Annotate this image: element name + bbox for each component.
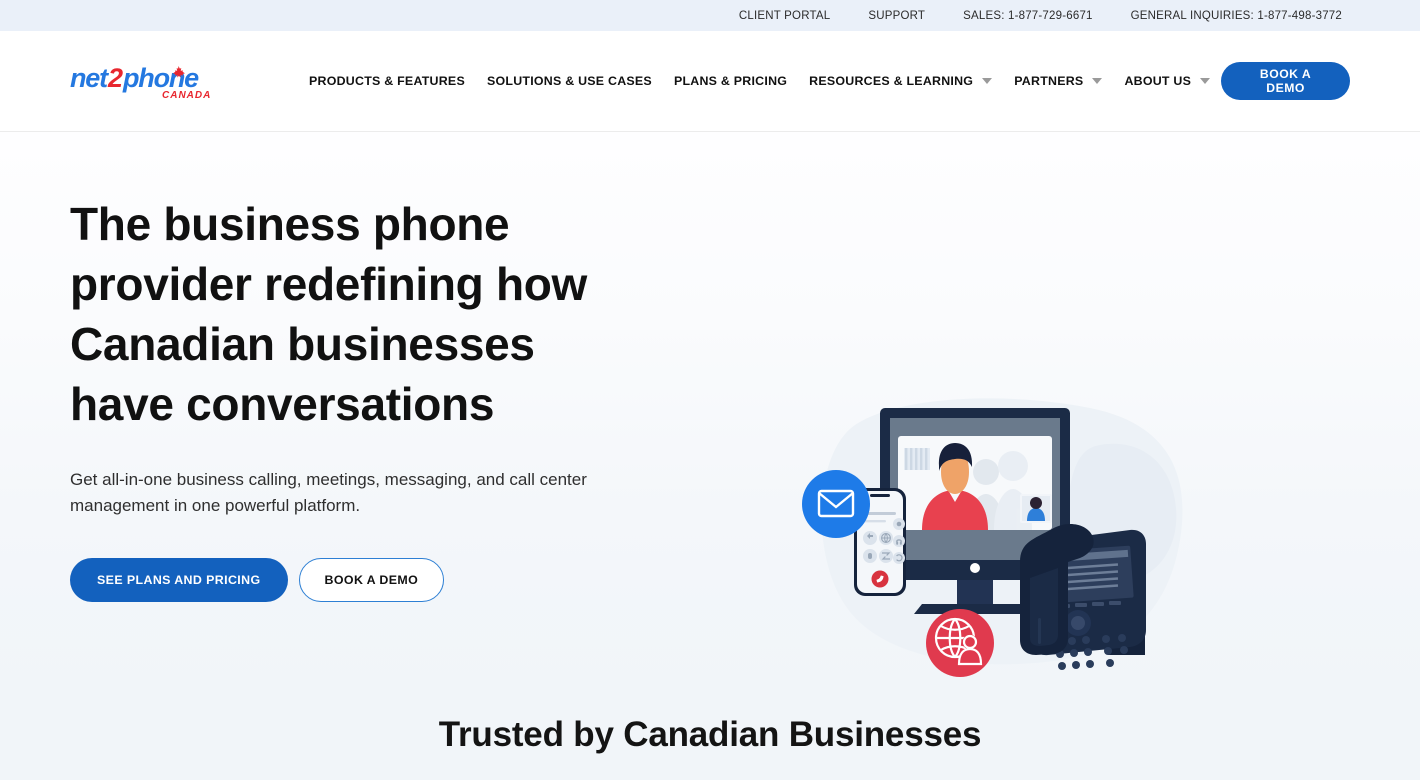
unified-communications-illustration-icon bbox=[802, 398, 1183, 677]
nav-label: ABOUT US bbox=[1124, 74, 1192, 88]
desk-ip-phone bbox=[1020, 524, 1146, 670]
nav-label: PLANS & PRICING bbox=[673, 74, 788, 88]
trusted-by-section: Trusted by Canadian Businesses bbox=[0, 689, 1420, 780]
header-book-a-demo-button[interactable]: BOOK A DEMO bbox=[1221, 62, 1350, 100]
nav-item-products-features[interactable]: PRODUCTS & FEATURES bbox=[298, 74, 476, 88]
top-utility-bar: CLIENT PORTAL SUPPORT SALES: 1-877-729-6… bbox=[0, 0, 1420, 31]
nav-item-partners[interactable]: PARTNERS bbox=[1003, 74, 1113, 88]
chevron-down-icon bbox=[982, 78, 993, 84]
nav-item-solutions-use-cases[interactable]: SOLUTIONS & USE CASES bbox=[476, 74, 663, 88]
topbar-link-client-portal[interactable]: CLIENT PORTAL bbox=[739, 10, 830, 22]
hero-copy: The business phone provider redefining h… bbox=[0, 132, 640, 602]
topbar-link-general-inquiries-phone[interactable]: GENERAL INQUIRIES: 1-877-498-3772 bbox=[1131, 10, 1342, 22]
hero-section: The business phone provider redefining h… bbox=[0, 132, 1420, 689]
nav-item-resources-learning[interactable]: RESOURCES & LEARNING bbox=[798, 74, 1003, 88]
hero-illustration bbox=[800, 390, 1200, 690]
logo-icon: net 2 phone CANADA bbox=[70, 63, 211, 101]
main-navigation: PRODUCTS & FEATURES SOLUTIONS & USE CASE… bbox=[298, 74, 1221, 88]
net2phone-canada-logo[interactable]: net 2 phone CANADA bbox=[70, 60, 212, 102]
see-plans-and-pricing-button[interactable]: SEE PLANS AND PRICING bbox=[70, 558, 288, 602]
nav-label: RESOURCES & LEARNING bbox=[809, 74, 974, 88]
nav-label: PARTNERS bbox=[1014, 74, 1084, 88]
trusted-by-title: Trusted by Canadian Businesses bbox=[438, 714, 982, 754]
end-call-button[interactable] bbox=[871, 570, 889, 588]
nav-item-about-us[interactable]: ABOUT US bbox=[1113, 74, 1221, 88]
page-title: The business phone provider redefining h… bbox=[70, 198, 588, 430]
global-contact-badge bbox=[926, 609, 994, 677]
hero-book-a-demo-button[interactable]: BOOK A DEMO bbox=[298, 558, 445, 602]
chevron-down-icon bbox=[1092, 78, 1103, 84]
site-header: net 2 phone CANADA PRODUCTS & FEATURES S… bbox=[0, 31, 1420, 132]
nav-item-plans-pricing[interactable]: PLANS & PRICING bbox=[663, 74, 798, 88]
svg-text:CANADA: CANADA bbox=[162, 90, 211, 101]
svg-text:2: 2 bbox=[107, 63, 123, 93]
nav-label: PRODUCTS & FEATURES bbox=[309, 74, 465, 88]
email-badge bbox=[802, 470, 870, 538]
svg-text:net: net bbox=[70, 63, 109, 93]
topbar-link-support[interactable]: SUPPORT bbox=[868, 10, 925, 22]
chevron-down-icon bbox=[1200, 78, 1211, 84]
hero-subtitle: Get all-in-one business calling, meeting… bbox=[70, 470, 587, 515]
topbar-link-sales-phone[interactable]: SALES: 1-877-729-6671 bbox=[963, 10, 1093, 22]
window-blinds bbox=[904, 448, 930, 470]
svg-text:phone: phone bbox=[122, 63, 199, 93]
nav-label: SOLUTIONS & USE CASES bbox=[486, 74, 652, 88]
hero-cta-group: SEE PLANS AND PRICING BOOK A DEMO bbox=[70, 558, 640, 602]
picture-in-picture-thumbnail bbox=[1020, 494, 1052, 523]
